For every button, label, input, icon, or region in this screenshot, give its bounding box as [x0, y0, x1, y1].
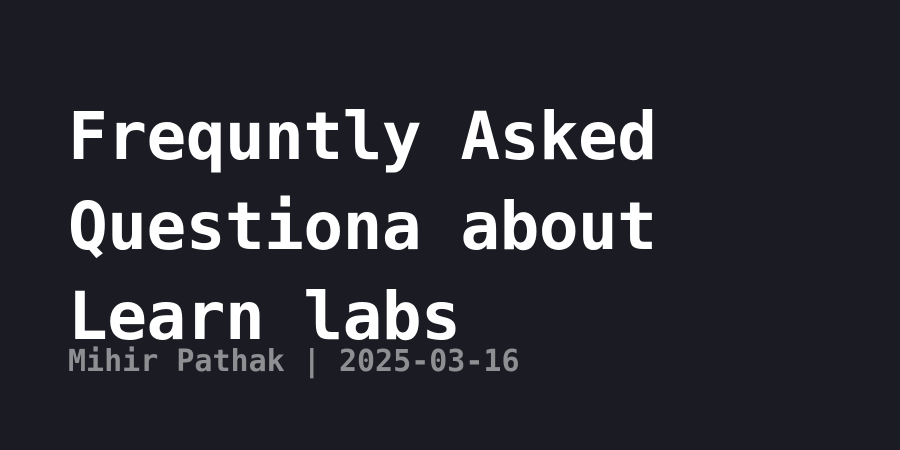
- title-line-2: Questiona about: [68, 188, 657, 265]
- author-name: Mihir Pathak: [68, 344, 285, 379]
- byline-separator: |: [284, 344, 339, 379]
- page-title: Frequntly Asked Questiona about Learn la…: [68, 92, 868, 362]
- publish-date: 2025-03-16: [338, 344, 520, 379]
- byline: Mihir Pathak | 2025-03-16: [68, 340, 520, 384]
- title-line-1: Frequntly Asked: [68, 98, 657, 175]
- title-card: Frequntly Asked Questiona about Learn la…: [0, 0, 900, 450]
